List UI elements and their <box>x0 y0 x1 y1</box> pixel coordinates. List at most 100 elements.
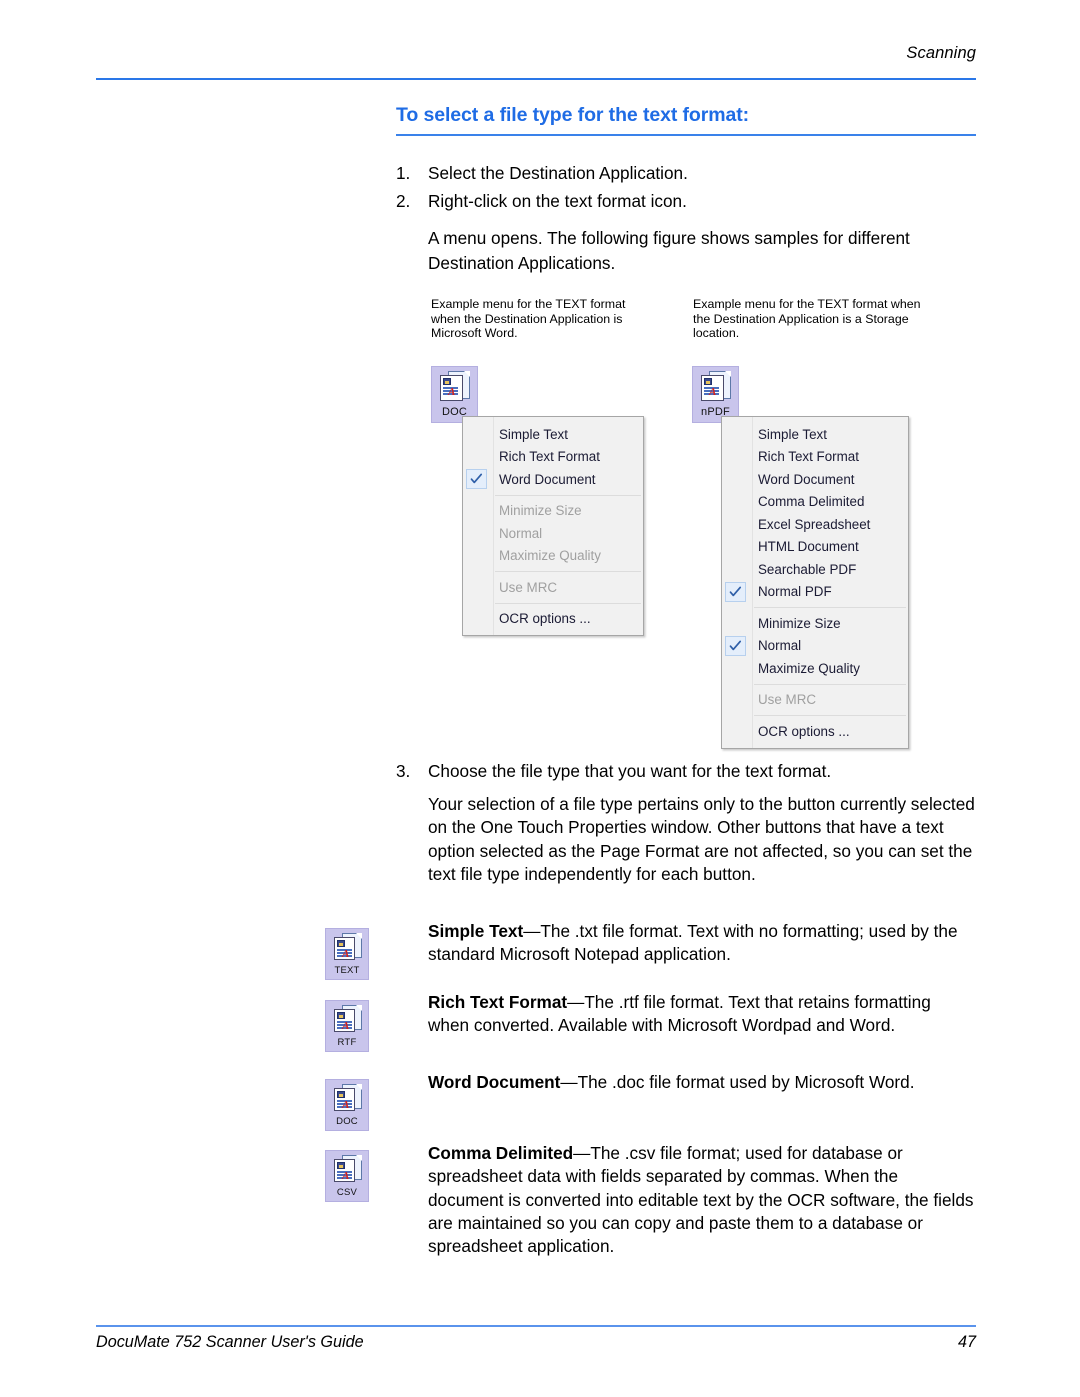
menu-item-label: Rich Text Format <box>758 449 859 465</box>
menu-item[interactable]: HTML Document <box>722 536 908 559</box>
menu-item[interactable]: Excel Spreadsheet <box>722 513 908 536</box>
menu-item-label: Simple Text <box>758 426 827 442</box>
menu-item[interactable]: Rich Text Format <box>463 446 643 469</box>
menu-item-label: Maximize Quality <box>758 660 860 676</box>
document-icon: A <box>333 933 363 961</box>
context-menu-storage[interactable]: Simple Text Rich Text Format Word Document… <box>721 416 909 749</box>
menu-item-label: Minimize Size <box>758 615 841 631</box>
menu-separator <box>754 715 906 716</box>
running-head: Scanning <box>906 44 976 62</box>
menu-item[interactable]: Normal <box>722 635 908 658</box>
menu-item[interactable]: Minimize Size <box>722 612 908 635</box>
step-number: 3. <box>396 761 411 781</box>
file-type-icon-label: DOC <box>336 1116 358 1127</box>
file-type-icon-label: RTF <box>337 1037 357 1048</box>
menu-item-label: OCR options ... <box>499 611 591 627</box>
definition-term: Rich Text Format <box>428 992 568 1012</box>
menu-item[interactable]: Rich Text Format <box>722 446 908 469</box>
definition-simple-text: Simple Text—The .txt file format. Text w… <box>428 920 976 967</box>
menu-item[interactable]: Simple Text <box>463 423 643 446</box>
step-number: 2. <box>396 191 411 211</box>
file-type-icon-label: CSV <box>336 1187 358 1198</box>
menu-item[interactable]: Word Document <box>722 468 908 491</box>
file-type-icon-label: TEXT <box>334 965 360 976</box>
definition-dash: — <box>523 921 541 941</box>
step-number: 1. <box>396 163 411 183</box>
section-heading: To select a file type for the text forma… <box>396 104 750 126</box>
file-type-icon-doc-def: A DOC <box>325 1079 369 1131</box>
menu-item-label: OCR options ... <box>758 723 850 739</box>
section-divider <box>396 134 976 136</box>
menu-item[interactable]: Word Document <box>463 468 643 491</box>
definition-word-document: Word Document—The .doc file format used … <box>428 1071 958 1094</box>
document-icon: A <box>333 1155 363 1183</box>
menu-item: Maximize Quality <box>463 545 643 568</box>
definition-body: The .doc file format used by Microsoft W… <box>577 1072 915 1092</box>
step-text: Select the Destination Application. <box>428 163 688 183</box>
file-type-icon-doc[interactable]: A DOC <box>431 366 478 423</box>
definition-comma-delimited: Comma Delimited—The .csv file format; us… <box>428 1142 976 1258</box>
menu-item-label: Simple Text <box>499 426 568 442</box>
menu-separator <box>495 602 641 604</box>
figure-caption-right: Example menu for the TEXT format when th… <box>693 297 921 341</box>
menu-item-label: Normal <box>758 638 802 654</box>
document-icon: A <box>700 371 731 401</box>
menu-separator <box>495 571 641 572</box>
header-divider <box>96 78 976 80</box>
step-3-note: Your selection of a file type pertains o… <box>428 794 975 884</box>
menu-item-label: Maximize Quality <box>499 548 601 564</box>
menu-item: Minimize Size <box>463 500 643 523</box>
menu-separator <box>754 607 906 608</box>
check-icon <box>725 635 746 656</box>
definition-term: Word Document <box>428 1072 561 1092</box>
menu-item[interactable]: Searchable PDF <box>722 558 908 581</box>
menu-item-label: Rich Text Format <box>499 449 600 465</box>
menu-item: Use MRC <box>463 576 643 599</box>
menu-separator <box>495 494 641 496</box>
document-icon: A <box>333 1005 363 1033</box>
file-type-icon-csv: A CSV <box>325 1150 369 1202</box>
menu-item: Normal <box>463 522 643 545</box>
menu-item[interactable]: Normal PDF <box>722 581 908 604</box>
menu-item[interactable]: OCR options ... <box>722 720 908 743</box>
page-header: Scanning <box>96 44 976 63</box>
document-icon: A <box>439 371 470 401</box>
definition-term: Simple Text <box>428 921 524 941</box>
footer-divider <box>96 1325 976 1327</box>
page-number: 47 <box>957 1333 976 1351</box>
step-item-3: 3. Choose the file type that you want fo… <box>396 760 976 783</box>
file-type-icon-text: A TEXT <box>325 928 369 980</box>
menu-item-label: Use MRC <box>758 692 817 708</box>
step-item-2: 2. Right-click on the text format icon. <box>396 190 976 213</box>
menu-item-label: Normal PDF <box>758 584 832 600</box>
step-item-1: 1. Select the Destination Application. <box>396 162 976 185</box>
menu-item-label: Comma Delimited <box>758 494 865 510</box>
step-text: Choose the file type that you want for t… <box>428 761 832 781</box>
menu-item-label: Minimize Size <box>499 503 582 519</box>
menu-item-label: Searchable PDF <box>758 561 857 577</box>
definition-term: Comma Delimited <box>428 1143 574 1163</box>
step-text: Right-click on the text format icon. <box>428 191 687 211</box>
context-menu-word[interactable]: Simple Text Rich Text Format Word Document… <box>462 416 644 636</box>
definition-rich-text-format: Rich Text Format—The .rtf file format. T… <box>428 991 976 1038</box>
check-icon <box>466 469 487 489</box>
menu-item[interactable]: Comma Delimited <box>722 491 908 514</box>
document-page: Scanning To select a file type for the t… <box>0 0 1080 1397</box>
menu-separator <box>754 683 906 685</box>
file-type-icon-npdf[interactable]: A nPDF <box>692 366 739 423</box>
check-icon <box>725 581 746 602</box>
step-2-note: A menu opens. The following figure shows… <box>428 228 910 273</box>
menu-item[interactable]: Simple Text <box>722 423 908 446</box>
menu-item: Use MRC <box>722 689 908 712</box>
menu-item[interactable]: Maximize Quality <box>722 657 908 680</box>
figure-caption-left: Example menu for the TEXT format when th… <box>431 297 626 341</box>
menu-item-label: Excel Spreadsheet <box>758 516 871 532</box>
file-type-icon-rtf: A RTF <box>325 1000 369 1052</box>
definition-dash: — <box>560 1072 578 1092</box>
menu-item[interactable]: OCR options ... <box>463 608 643 631</box>
menu-item-label: HTML Document <box>758 539 859 555</box>
menu-item-label: Normal <box>499 525 543 541</box>
definition-dash: — <box>573 1143 591 1163</box>
menu-item-label: Use MRC <box>499 579 558 595</box>
document-icon: A <box>333 1084 363 1112</box>
